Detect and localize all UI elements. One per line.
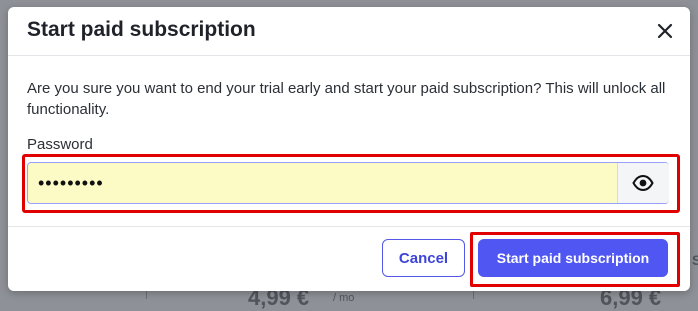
background-price-unit: / mo bbox=[333, 292, 355, 304]
dialog-title: Start paid subscription bbox=[27, 18, 256, 41]
eye-icon bbox=[632, 174, 654, 192]
password-input[interactable] bbox=[28, 163, 617, 203]
close-icon bbox=[657, 23, 673, 39]
show-password-button[interactable] bbox=[617, 163, 669, 203]
subscription-dialog: Start paid subscription Are you sure you… bbox=[8, 7, 690, 291]
dialog-header: Start paid subscription bbox=[8, 7, 690, 56]
dialog-message: Are you sure you want to end your trial … bbox=[27, 80, 666, 118]
password-field-group: ••••••••• bbox=[27, 162, 669, 204]
password-label: Password bbox=[27, 136, 93, 153]
cancel-button[interactable]: Cancel bbox=[382, 239, 465, 277]
background-letter: S bbox=[692, 252, 698, 268]
start-paid-subscription-button[interactable]: Start paid subscription bbox=[478, 239, 668, 277]
close-button[interactable] bbox=[653, 19, 677, 43]
